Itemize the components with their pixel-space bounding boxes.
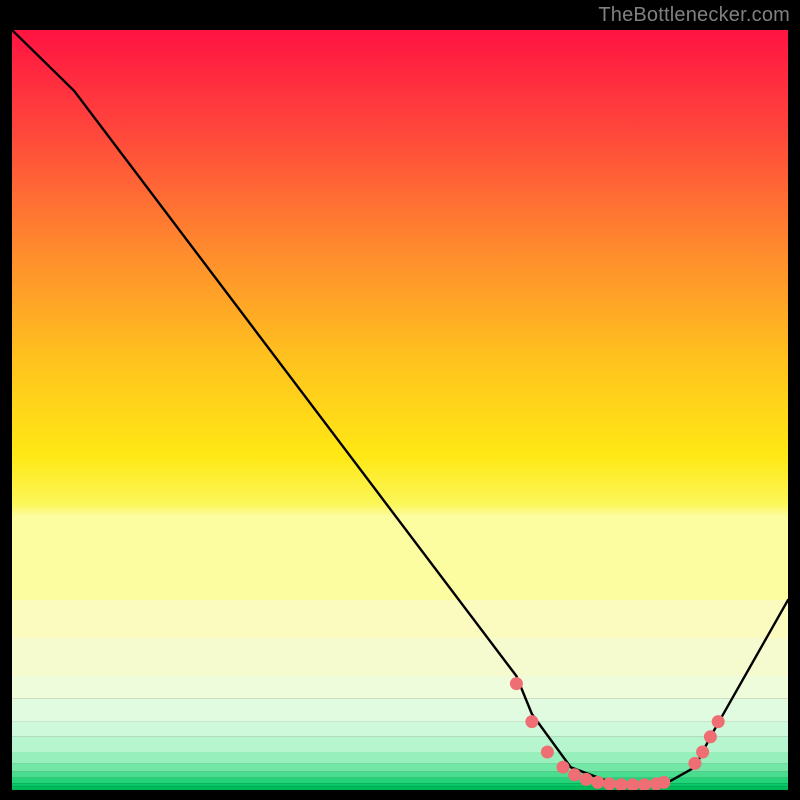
valley-point <box>580 773 593 786</box>
valley-point <box>657 776 670 789</box>
valley-point <box>568 768 581 781</box>
chart-svg <box>12 30 788 790</box>
valley-point <box>541 746 554 759</box>
valley-point <box>510 677 523 690</box>
valley-point <box>688 757 701 770</box>
valley-point <box>557 761 570 774</box>
valley-point <box>712 715 725 728</box>
valley-point <box>525 715 538 728</box>
valley-point <box>704 730 717 743</box>
chart-frame: TheBottlenecker.com <box>0 0 800 800</box>
chart-plot <box>12 30 788 790</box>
valley-point <box>696 746 709 759</box>
valley-point <box>603 777 616 790</box>
attribution-text: TheBottlenecker.com <box>598 4 790 27</box>
valley-point <box>591 776 604 789</box>
